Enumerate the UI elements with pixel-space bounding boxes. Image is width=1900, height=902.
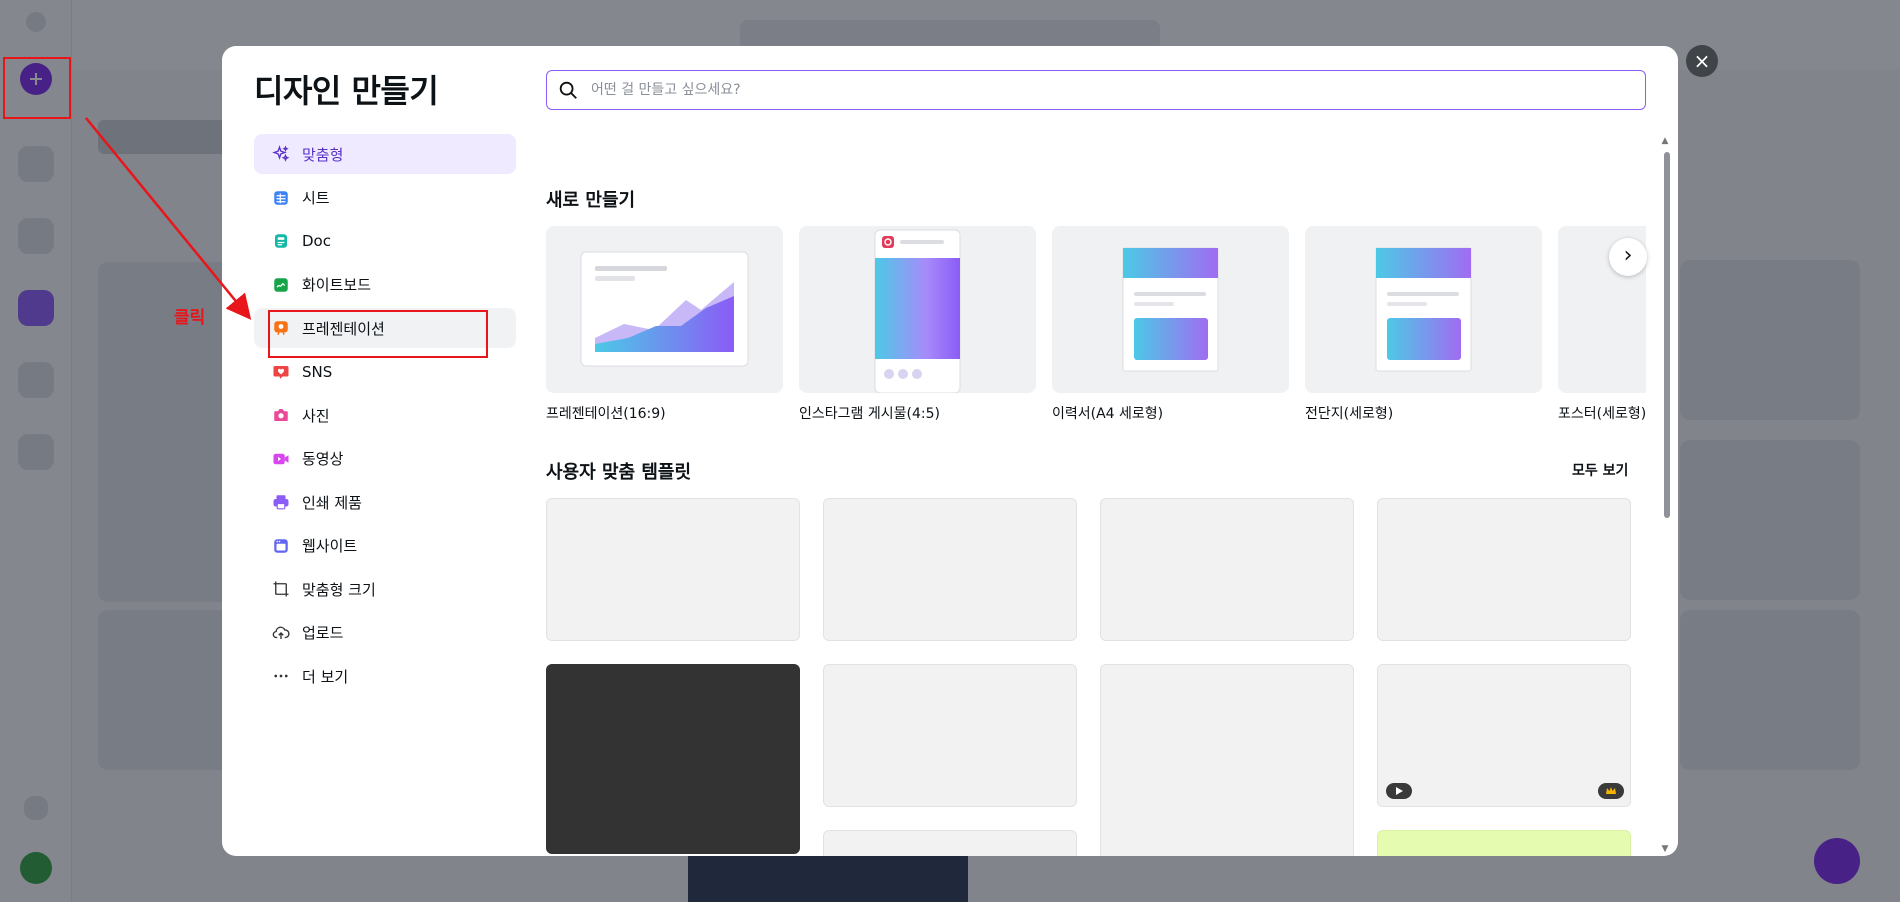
design-search-box[interactable] bbox=[546, 70, 1646, 110]
search-icon bbox=[559, 81, 577, 99]
scroll-down-arrow[interactable]: ▼ bbox=[1660, 844, 1670, 854]
new-card-label: 인스타그램 게시물(4:5) bbox=[799, 406, 940, 422]
sidebar-item-website[interactable]: 웹사이트 bbox=[254, 526, 516, 566]
whiteboard-icon bbox=[272, 276, 290, 294]
annotation-click-label: 클릭 bbox=[174, 308, 206, 328]
cloud-upload-icon bbox=[272, 624, 290, 642]
modal-content: 새로 만들기 프레젠테이션(16:9) 인스타그램 게시물(4:5) 이력서(A… bbox=[546, 136, 1646, 856]
thumbnail bbox=[1305, 226, 1542, 393]
crown-icon bbox=[1598, 783, 1624, 799]
template-card-video[interactable] bbox=[1377, 664, 1631, 807]
sidebar-item-doc[interactable]: Doc bbox=[254, 221, 516, 261]
instagram-thumbnail-icon bbox=[874, 229, 961, 393]
sparkle-icon bbox=[272, 145, 290, 163]
see-all-link[interactable]: 모두 보기 bbox=[1572, 460, 1628, 480]
create-design-modal: 디자인 만들기 맞춤형 시트 Doc 화이트보드 프레젠테이션 SNS 사진 동… bbox=[222, 46, 1678, 856]
new-card-label: 이력서(A4 세로형) bbox=[1052, 406, 1164, 422]
template-card[interactable] bbox=[1377, 498, 1631, 641]
sidebar-item-photo[interactable]: 사진 bbox=[254, 395, 516, 435]
scrollbar-thumb[interactable] bbox=[1664, 152, 1670, 518]
sidebar-item-whiteboard[interactable]: 화이트보드 bbox=[254, 265, 516, 305]
sidebar-item-custom[interactable]: 맞춤형 bbox=[254, 134, 516, 174]
modal-title: 디자인 만들기 bbox=[254, 72, 439, 110]
template-card[interactable] bbox=[546, 498, 800, 641]
document-thumbnail-icon bbox=[1375, 247, 1472, 372]
website-icon bbox=[272, 537, 290, 555]
template-card[interactable] bbox=[1100, 664, 1354, 856]
sheet-icon bbox=[272, 189, 290, 207]
template-card[interactable] bbox=[1100, 498, 1354, 641]
camera-icon bbox=[272, 406, 290, 424]
more-dots-icon bbox=[272, 667, 290, 685]
new-card-label: 포스터(세로형) bbox=[1558, 406, 1646, 422]
templates-section-title: 사용자 맞춤 템플릿 bbox=[546, 462, 692, 483]
video-icon bbox=[272, 450, 290, 468]
close-modal-button[interactable]: × bbox=[1686, 45, 1718, 77]
template-card[interactable] bbox=[823, 498, 1077, 641]
carousel-next-button[interactable]: › bbox=[1609, 238, 1647, 276]
sidebar-item-more[interactable]: 더 보기 bbox=[254, 656, 516, 696]
document-thumbnail-icon bbox=[1122, 247, 1219, 372]
new-card-resume[interactable]: 이력서(A4 세로형) bbox=[1052, 226, 1289, 423]
doc-icon bbox=[272, 232, 290, 250]
sidebar-item-sheets[interactable]: 시트 bbox=[254, 178, 516, 218]
annotation-box-create bbox=[3, 57, 71, 119]
new-card-label: 프레젠테이션(16:9) bbox=[546, 406, 666, 422]
chart-thumbnail-icon bbox=[580, 251, 749, 367]
template-card[interactable] bbox=[823, 830, 1077, 856]
custom-size-icon bbox=[272, 580, 290, 598]
printer-icon bbox=[272, 493, 290, 511]
thumbnail bbox=[799, 226, 1036, 393]
template-card[interactable] bbox=[823, 664, 1077, 807]
sidebar-item-upload[interactable]: 업로드 bbox=[254, 613, 516, 653]
thumbnail bbox=[1052, 226, 1289, 393]
sidebar-item-print[interactable]: 인쇄 제품 bbox=[254, 482, 516, 522]
new-card-presentation[interactable]: 프레젠테이션(16:9) bbox=[546, 226, 783, 423]
sidebar-item-video[interactable]: 동영상 bbox=[254, 439, 516, 479]
play-icon bbox=[1386, 783, 1412, 799]
design-search-input[interactable] bbox=[591, 82, 1645, 98]
new-card-label: 전단지(세로형) bbox=[1305, 406, 1394, 422]
template-card[interactable] bbox=[1377, 830, 1631, 856]
sidebar-item-custom-size[interactable]: 맞춤형 크기 bbox=[254, 569, 516, 609]
heart-chat-icon bbox=[272, 363, 290, 381]
new-card-flyer[interactable]: 전단지(세로형) bbox=[1305, 226, 1542, 423]
template-card[interactable] bbox=[546, 664, 800, 854]
scroll-up-arrow[interactable]: ▲ bbox=[1660, 136, 1670, 146]
annotation-box-presentation bbox=[268, 310, 488, 358]
category-sidebar: 맞춤형 시트 Doc 화이트보드 프레젠테이션 SNS 사진 동영상 인쇄 제품… bbox=[254, 134, 516, 700]
new-design-row: 프레젠테이션(16:9) 인스타그램 게시물(4:5) 이력서(A4 세로형) … bbox=[546, 226, 1646, 426]
thumbnail bbox=[546, 226, 783, 393]
new-section-title: 새로 만들기 bbox=[546, 190, 636, 211]
new-card-instagram-post[interactable]: 인스타그램 게시물(4:5) bbox=[799, 226, 1036, 423]
